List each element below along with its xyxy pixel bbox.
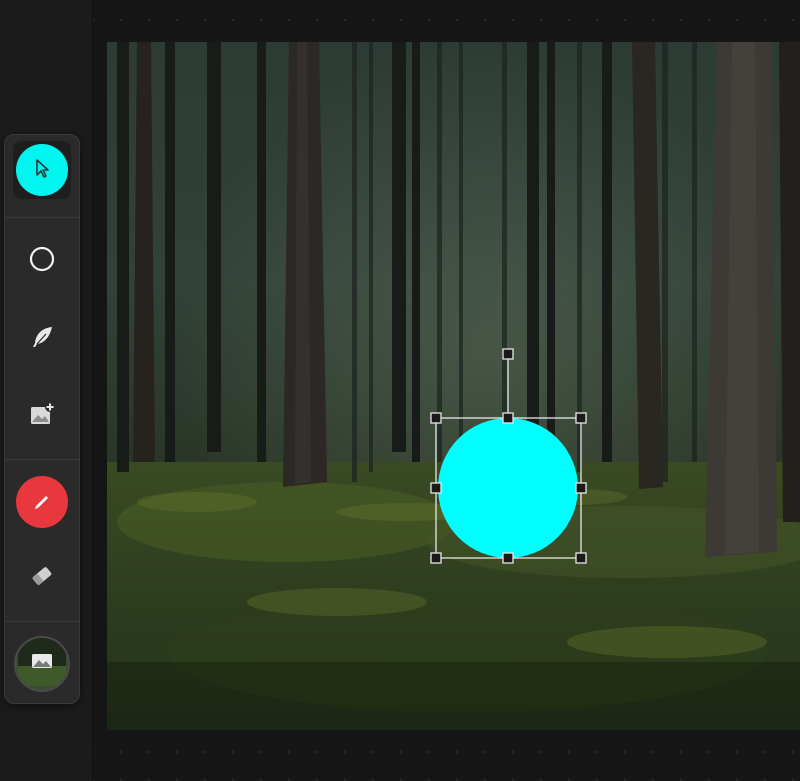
image-thumbnail-icon	[18, 638, 66, 690]
shape-layer	[430, 348, 587, 564]
background-image-button[interactable]	[13, 635, 71, 693]
resize-handle-sw	[430, 552, 442, 564]
background-thumbnail	[14, 636, 70, 692]
pencil-icon	[31, 489, 53, 516]
resize-handle-ne	[575, 412, 587, 424]
bottom-margin	[93, 730, 800, 781]
toolbar-divider	[5, 621, 79, 622]
eraser-icon	[28, 562, 56, 595]
rotate-handle	[502, 348, 514, 360]
selected-circle-shape[interactable]	[438, 418, 578, 558]
resize-handle-nw	[430, 412, 442, 424]
draw-tool-button[interactable]	[13, 310, 71, 368]
tool-panel	[4, 134, 80, 704]
color-tool-button[interactable]	[13, 473, 71, 531]
toolbar-divider	[5, 459, 79, 460]
toolbar-divider	[5, 217, 79, 218]
select-tool-swatch	[16, 144, 68, 196]
resize-handle-w	[430, 482, 442, 494]
eraser-tool-button[interactable]	[13, 549, 71, 607]
resize-handle-e	[575, 482, 587, 494]
feather-icon	[28, 323, 56, 356]
add-image-tool-button[interactable]	[13, 388, 71, 446]
resize-handle-s	[502, 552, 514, 564]
resize-handle-n	[502, 412, 514, 424]
editor-app	[0, 0, 800, 781]
image-add-icon	[27, 400, 57, 435]
cursor-icon	[32, 157, 52, 184]
resize-handle-se	[575, 552, 587, 564]
circle-outline-icon	[28, 245, 56, 278]
select-tool-button[interactable]	[13, 141, 71, 199]
shape-tool-button[interactable]	[13, 232, 71, 290]
color-swatch	[16, 476, 68, 528]
top-margin	[93, 0, 800, 42]
canvas-area[interactable]	[107, 42, 800, 730]
